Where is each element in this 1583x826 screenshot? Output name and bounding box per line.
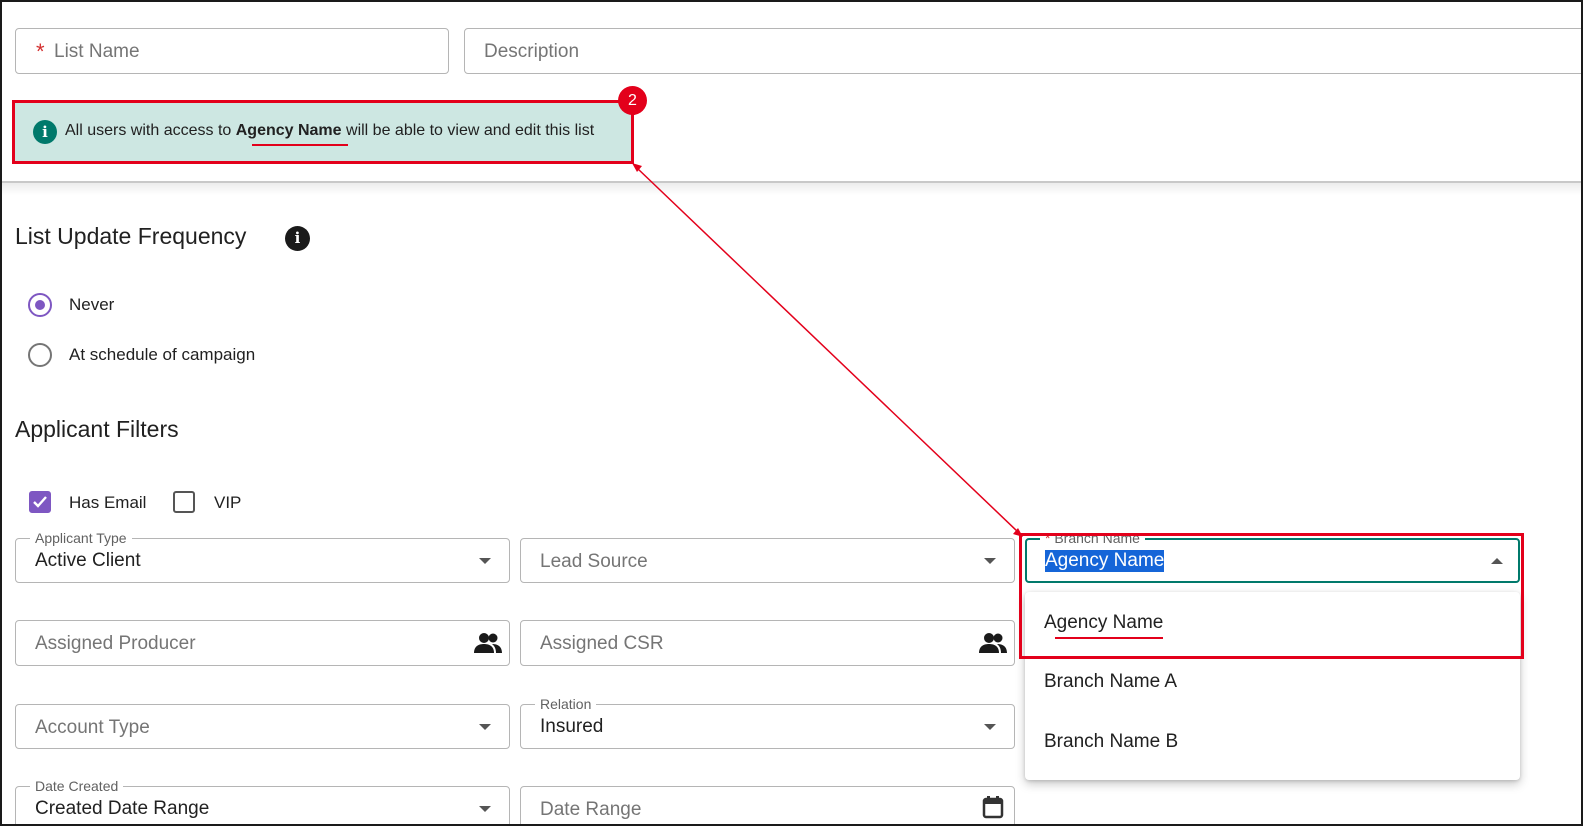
date-range-placeholder: Date Range [540,799,642,820]
chevron-down-icon [984,724,996,730]
applicant-type-select[interactable]: Applicant Type Active Client [15,529,510,583]
applicant-type-label: Applicant Type [30,529,132,547]
notice-text-before: All users with access to [65,122,236,139]
assigned-csr-field[interactable]: Assigned CSR [520,620,1015,666]
info-icon: i [33,120,57,144]
people-icon[interactable] [978,632,1008,654]
assigned-csr-placeholder: Assigned CSR [540,633,664,654]
option-underline [1055,637,1163,639]
notice-text-after: will be able to view and edit this list [341,122,595,139]
callout-number: 2 [628,92,637,109]
branch-name-value[interactable]: Agency Name [1045,550,1165,572]
has-email-label: Has Email [69,493,147,512]
vip-label: VIP [214,493,242,512]
vip-checkbox[interactable] [173,491,195,513]
agency-name-underline [252,144,348,146]
callout-badge: 2 [618,86,647,115]
frequency-info-icon[interactable]: i [285,226,310,251]
check-icon [33,496,47,508]
radio-never[interactable] [28,293,52,317]
lead-source-placeholder: Lead Source [540,551,648,572]
relation-label: Relation [535,695,597,713]
branch-option-a[interactable]: Branch Name A [1025,654,1520,714]
chevron-down-icon [479,806,491,812]
branch-option-label: Branch Name A [1044,671,1178,692]
calendar-icon[interactable] [982,795,1004,819]
frequency-title: List Update Frequency [15,223,247,249]
list-name-field[interactable]: * List Name [15,28,449,74]
access-notice-text: All users with access to Agency Name wil… [65,122,594,140]
radio-at-schedule-label: At schedule of campaign [69,345,256,364]
branch-option-agency-name[interactable]: Agency Name [1025,592,1520,654]
notice-agency-name: Agency Name [235,122,342,139]
access-notice: i All users with access to Agency Name w… [13,101,633,163]
branch-option-label: Branch Name B [1044,731,1179,752]
chevron-down-icon [984,558,996,564]
chevron-down-icon [479,558,491,564]
assigned-producer-placeholder: Assigned Producer [35,633,196,654]
branch-dropdown-menu: Agency Name Branch Name A Branch Name B [1025,592,1520,780]
relation-select[interactable]: Relation Insured [520,695,1015,749]
date-created-value: Created Date Range [35,798,210,819]
people-icon[interactable] [473,632,503,654]
section-divider-shadow [0,183,1583,195]
date-created-label: Date Created [30,777,124,795]
date-created-select[interactable]: Date Created Created Date Range [15,777,510,826]
list-name-placeholder: List Name [54,41,140,62]
branch-name-required-star: * [1045,530,1051,546]
list-name-required-star: * [36,39,45,64]
radio-at-schedule[interactable] [28,343,52,367]
branch-option-b[interactable]: Branch Name B [1025,714,1520,774]
lead-source-select[interactable]: Lead Source [520,538,1015,583]
assigned-producer-field[interactable]: Assigned Producer [15,620,510,666]
description-placeholder: Description [484,41,580,62]
account-type-select[interactable]: Account Type [15,704,510,749]
branch-name-label-text: Branch Name [1054,530,1140,546]
radio-never-label: Never [69,295,115,314]
applicant-filters-title: Applicant Filters [15,416,179,442]
branch-name-label: * Branch Name [1040,529,1145,547]
applicant-type-value: Active Client [35,550,141,571]
has-email-checkbox[interactable] [29,491,51,513]
chevron-up-icon[interactable] [1491,558,1503,564]
description-field[interactable]: Description [464,28,1583,74]
date-range-field[interactable]: Date Range [520,786,1015,826]
relation-value: Insured [540,716,604,737]
branch-option-label: Agency Name [1044,612,1164,633]
account-type-placeholder: Account Type [35,717,150,738]
branch-name-select[interactable]: * Branch Name Agency Name [1025,529,1520,583]
chevron-down-icon [479,724,491,730]
